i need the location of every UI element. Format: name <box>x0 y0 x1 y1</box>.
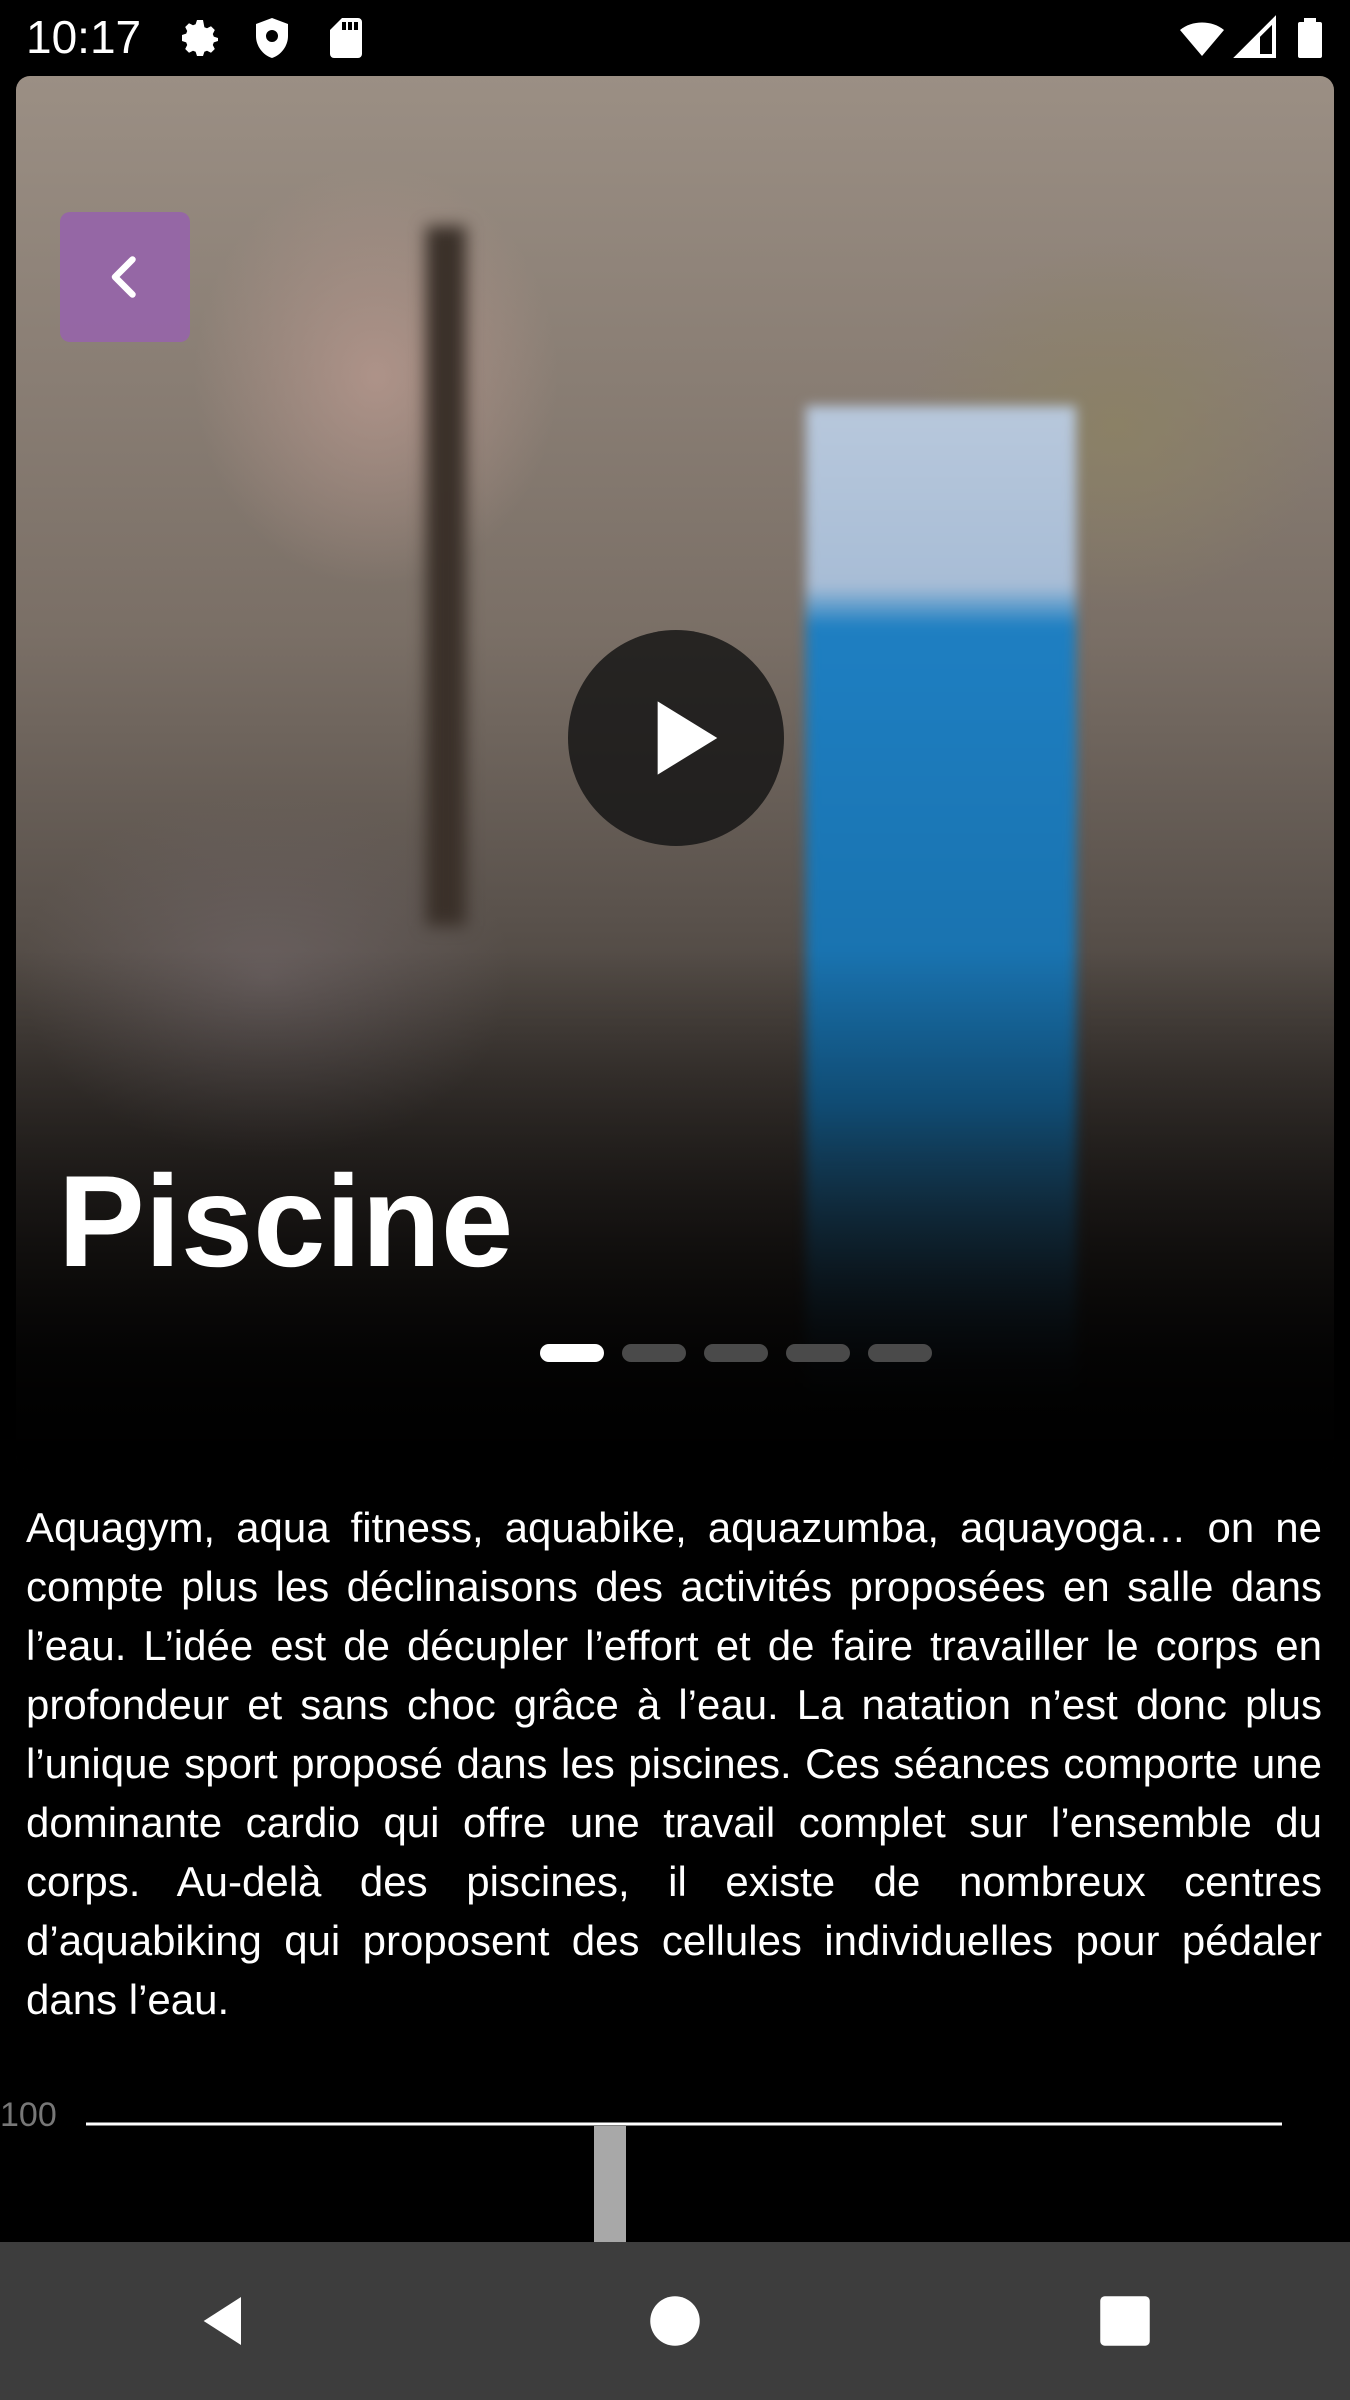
back-triangle-icon <box>203 2297 241 2345</box>
sd-card-icon <box>330 18 362 58</box>
hero-tree-shape <box>426 226 466 926</box>
bar-chart: 100 <box>0 2096 1282 2242</box>
status-time: 10:17 <box>26 11 142 63</box>
description-text: Aquagym, aqua fitness, aquabike, aquazum… <box>26 1504 1322 2023</box>
status-bar: 10:17 <box>0 0 1350 76</box>
back-button[interactable] <box>60 212 190 342</box>
navigation-bar <box>0 2242 1350 2400</box>
recents-square-icon <box>1100 2296 1150 2346</box>
play-button[interactable] <box>568 630 784 846</box>
gear-icon <box>182 20 218 56</box>
nav-recents-button[interactable] <box>1055 2261 1195 2381</box>
carousel-dot[interactable] <box>868 1344 932 1362</box>
nav-home-button[interactable] <box>605 2261 745 2381</box>
carousel-dot[interactable] <box>622 1344 686 1362</box>
home-circle-icon <box>650 2296 700 2346</box>
hero-image[interactable]: Piscine <box>16 76 1334 1470</box>
battery-icon <box>1298 18 1322 58</box>
carousel-indicator <box>540 1344 932 1362</box>
wifi-icon <box>1180 22 1224 56</box>
chevron-left-icon <box>111 256 136 298</box>
chart-bar <box>594 2126 626 2242</box>
carousel-dot[interactable] <box>786 1344 850 1362</box>
shield-icon <box>256 18 288 58</box>
page-title: Piscine <box>58 1148 514 1294</box>
carousel-dot[interactable] <box>540 1344 604 1362</box>
signal-icon <box>1233 15 1276 58</box>
y-tick-label: 100 <box>0 2096 57 2134</box>
nav-back-button[interactable] <box>155 2261 295 2381</box>
play-icon <box>657 701 718 775</box>
carousel-dot[interactable] <box>704 1344 768 1362</box>
